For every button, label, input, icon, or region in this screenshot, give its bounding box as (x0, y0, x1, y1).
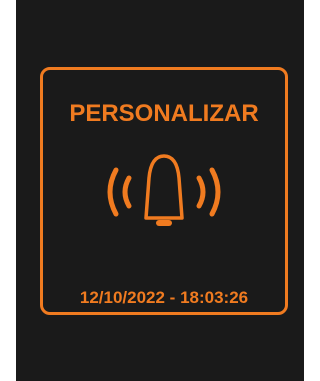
date-time: 12/10/2022 - 18:03:26 (79, 288, 249, 307)
ringing-bell-icon (107, 154, 221, 226)
card-title: PERSONALIZAR (69, 100, 259, 127)
alarm-card[interactable]: PERSONALIZAR 12/10/2022 - 18:03:26 (40, 67, 288, 315)
device-screen: PERSONALIZAR 12/10/2022 - 18:03:26 (16, 0, 304, 381)
